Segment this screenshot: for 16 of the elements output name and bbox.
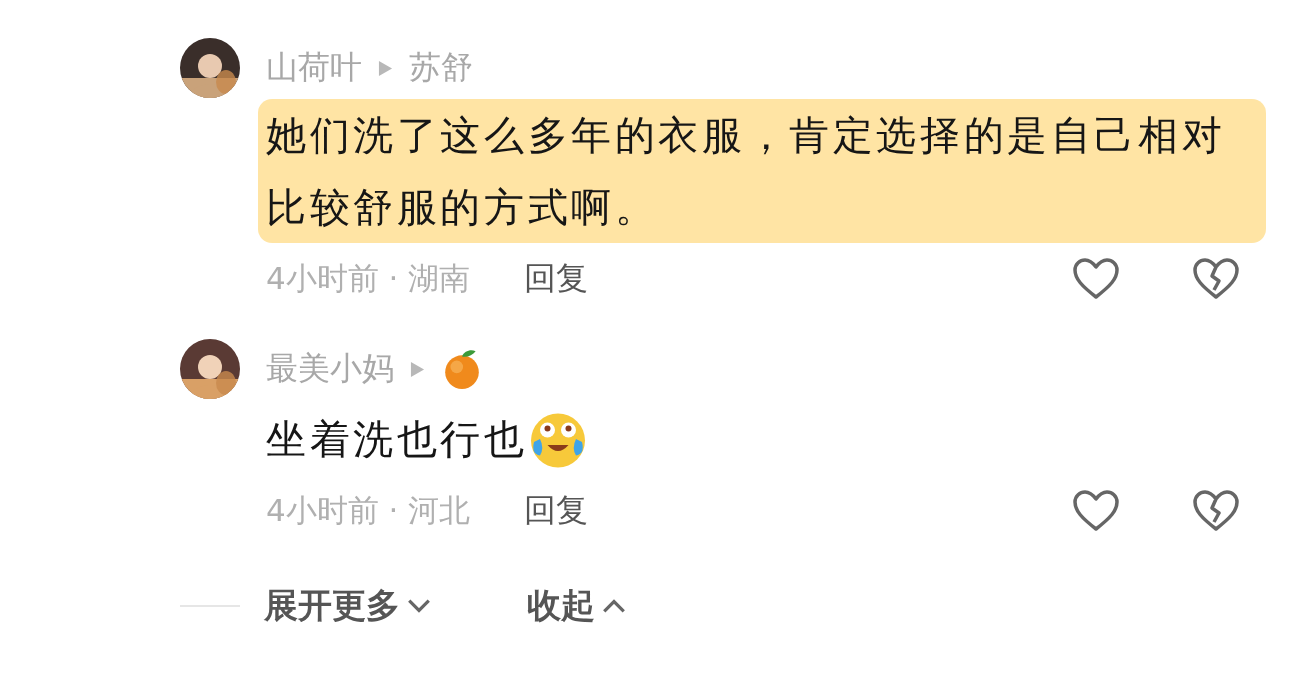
heart-icon[interactable] <box>1072 489 1120 533</box>
collapse-button[interactable]: 收起 <box>527 583 627 629</box>
reply-button[interactable]: 回复 <box>524 257 589 301</box>
reply-button[interactable]: 回复 <box>524 489 589 533</box>
comment-meta: 4小时前 · 湖南 <box>266 259 471 298</box>
chevron-down-icon <box>406 597 432 615</box>
heart-icon[interactable] <box>1072 257 1120 301</box>
comment-text: 坐着洗也行也 <box>266 415 528 464</box>
comment-meta: 4小时前 · 河北 <box>266 491 471 530</box>
reply-arrow-icon <box>378 59 393 77</box>
comment-text: 她们洗了这么多年的衣服，肯定选择的是自己相对比较舒服的方式啊。 <box>258 99 1266 243</box>
chevron-up-icon <box>601 597 627 615</box>
broken-heart-icon[interactable] <box>1192 257 1240 301</box>
broken-heart-icon[interactable] <box>1192 489 1240 533</box>
reply-arrow-icon <box>410 360 425 378</box>
expand-more-button[interactable]: 展开更多 <box>264 583 432 629</box>
